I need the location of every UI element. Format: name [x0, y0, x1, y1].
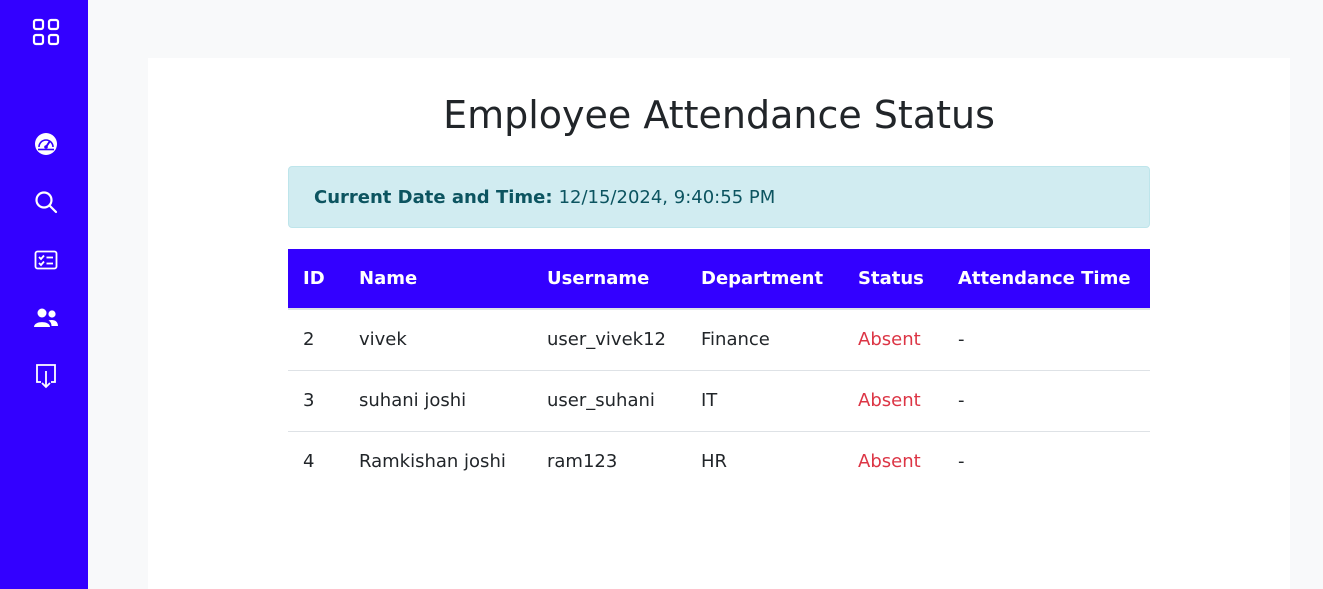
- datetime-value: 12/15/2024, 9:40:55 PM: [558, 186, 776, 208]
- table-row: 3 suhani joshi user_suhani IT Absent -: [288, 370, 1150, 432]
- header-id: ID: [288, 249, 344, 310]
- page-title: Employee Attendance Status: [443, 93, 995, 137]
- header-name: Name: [344, 249, 532, 310]
- cell-attendance-time: -: [943, 370, 1150, 432]
- cell-id: 2: [288, 309, 344, 371]
- cell-username: user_suhani: [532, 370, 686, 432]
- cell-username: user_vivek12: [532, 309, 686, 371]
- cell-department: IT: [686, 370, 843, 432]
- cell-id: 4: [303, 451, 315, 473]
- cell-status: Absent: [858, 451, 921, 473]
- cell-status: Absent: [843, 309, 943, 371]
- table-header-row: ID Name Username Department Status Atten…: [288, 249, 1150, 310]
- cell-username: ram123: [547, 451, 618, 473]
- datetime-label: Current Date and Time:: [314, 186, 553, 208]
- cell-name: vivek: [344, 309, 532, 371]
- cell-department: Finance: [686, 309, 843, 371]
- header-attendance-time: Attendance Time: [943, 249, 1150, 310]
- cell-name: Ramkishan joshi: [359, 451, 506, 473]
- main-card: Employee Attendance Status Current Date …: [148, 58, 1290, 589]
- people-icon[interactable]: [29, 301, 63, 335]
- cell-name: suhani joshi: [344, 370, 532, 432]
- cell-attendance-time: -: [958, 451, 965, 473]
- checklist-icon[interactable]: [29, 243, 63, 277]
- cell-department: HR: [701, 451, 728, 473]
- datetime-alert: Current Date and Time: 12/15/2024, 9:40:…: [288, 166, 1150, 228]
- cell-attendance-time: -: [943, 309, 1150, 371]
- grid-icon[interactable]: [29, 15, 63, 49]
- sidebar: [0, 0, 88, 589]
- header-status: Status: [843, 249, 943, 310]
- table-row: 2 vivek user_vivek12 Finance Absent -: [288, 309, 1150, 371]
- dashboard-icon[interactable]: [29, 127, 63, 161]
- cell-status: Absent: [843, 370, 943, 432]
- cell-id: 3: [288, 370, 344, 432]
- header-username: Username: [532, 249, 686, 310]
- header-department: Department: [686, 249, 843, 310]
- download-icon[interactable]: [29, 359, 63, 393]
- attendance-table: ID Name Username Department Status Atten…: [288, 249, 1150, 492]
- table-row: 4 Ramkishan joshi ram123 HR Absent -: [288, 431, 1150, 492]
- search-icon[interactable]: [29, 185, 63, 219]
